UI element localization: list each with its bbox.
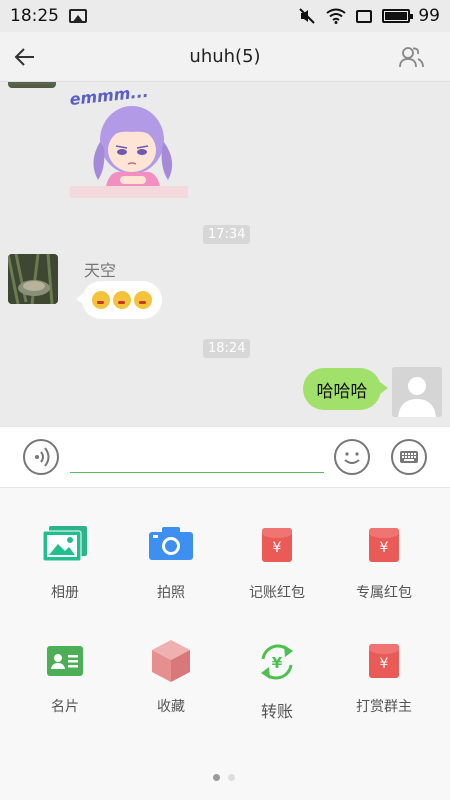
- favorites-box-icon: [152, 640, 190, 682]
- status-icons: 99: [298, 6, 440, 26]
- panel-item-favorites[interactable]: 收藏: [115, 488, 227, 715]
- attachment-panel: 相册 拍照 ¥ 记账红包 ¥ 专属红包 名片 收藏 ¥ 转账 ¥ 打赏群主: [0, 488, 450, 800]
- status-bar: 18:25 99: [0, 0, 450, 32]
- sticker-image[interactable]: emmm...: [70, 82, 190, 200]
- panel-item-tip-group-owner[interactable]: ¥ 打赏群主: [328, 488, 440, 715]
- message-bubble[interactable]: [76, 281, 162, 319]
- sim-card-icon: [356, 9, 373, 23]
- transfer-icon: ¥: [261, 644, 293, 680]
- panel-item-contact-card[interactable]: 名片: [9, 488, 121, 715]
- my-avatar[interactable]: [392, 367, 442, 417]
- panel-item-transfer[interactable]: ¥ 转账: [221, 488, 333, 721]
- svg-text:¥: ¥: [272, 654, 283, 672]
- page-dot[interactable]: [228, 774, 235, 781]
- keyboard-icon: [400, 451, 418, 463]
- kissing-face-emoji-icon: [92, 291, 110, 309]
- mute-icon: [299, 8, 316, 24]
- sticker-text: emmm...: [70, 82, 149, 109]
- message-text: 哈哈哈: [316, 381, 368, 402]
- status-time: 18:25: [10, 6, 59, 26]
- panel-item-label: 转账: [260, 702, 293, 721]
- panel-item-label: 打赏群主: [356, 699, 412, 715]
- group-members-icon[interactable]: [398, 44, 424, 70]
- emoji-button[interactable]: [334, 439, 370, 475]
- chat-title: uhuh(5): [189, 46, 261, 67]
- timestamp: 18:24: [203, 339, 251, 358]
- wifi-icon: [326, 8, 346, 24]
- contact-card-icon: [47, 646, 83, 676]
- voice-button[interactable]: [23, 439, 59, 475]
- kissing-face-emoji-icon: [113, 291, 131, 309]
- avatar[interactable]: [8, 254, 58, 304]
- timestamp: 17:34: [203, 225, 251, 244]
- panel-item-label: 名片: [51, 699, 79, 715]
- smiley-icon: [344, 452, 360, 464]
- back-arrow-icon[interactable]: [12, 44, 38, 70]
- chat-header: uhuh(5): [0, 32, 450, 82]
- message-input[interactable]: [70, 445, 324, 473]
- sender-name: 天空: [84, 261, 117, 280]
- image-notification-icon: [69, 9, 87, 23]
- panel-item-label: 收藏: [157, 699, 185, 715]
- input-bar: [0, 426, 450, 488]
- battery-level: 99: [418, 6, 440, 26]
- battery-icon: [382, 9, 414, 23]
- page-dot-active[interactable]: [213, 774, 220, 781]
- avatar[interactable]: [8, 82, 56, 88]
- kissing-face-emoji-icon: [134, 291, 152, 309]
- keyboard-button[interactable]: [391, 439, 427, 475]
- red-packet-icon: ¥: [369, 644, 399, 678]
- message-list[interactable]: emmm... 17:34 天空 18:24 哈哈哈: [0, 82, 450, 426]
- page-indicator: [213, 774, 235, 781]
- message-bubble-outgoing[interactable]: 哈哈哈: [303, 368, 388, 410]
- voice-icon: [35, 447, 50, 467]
